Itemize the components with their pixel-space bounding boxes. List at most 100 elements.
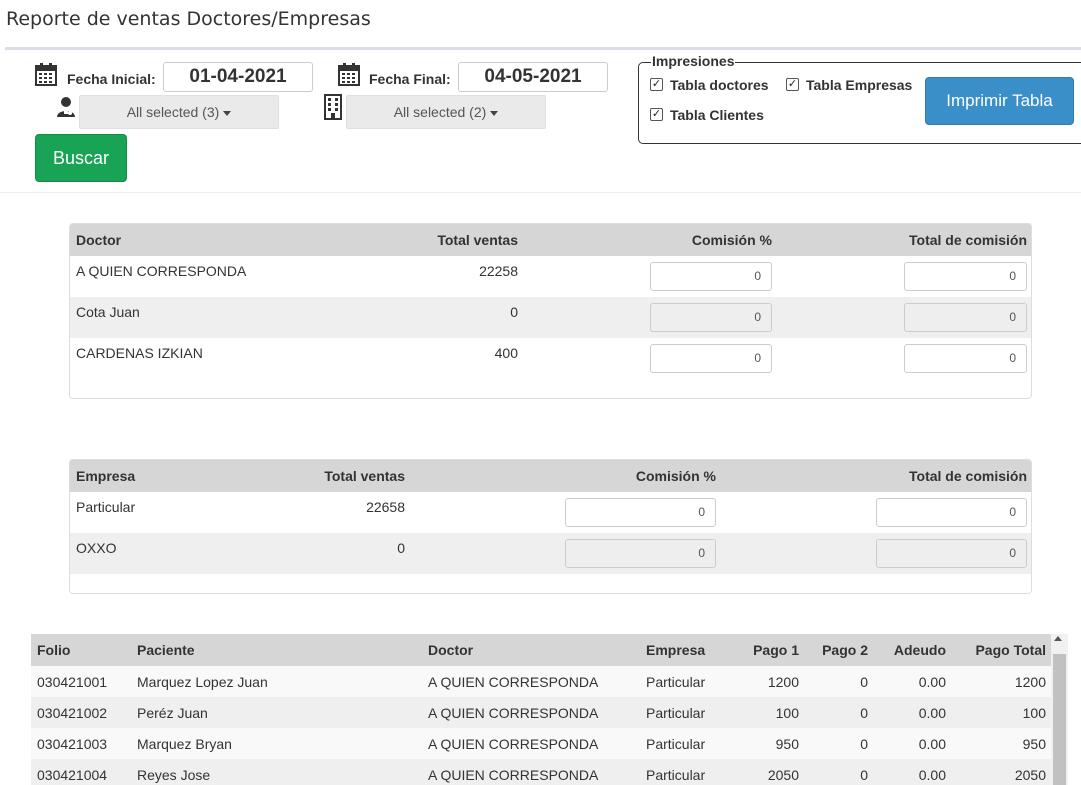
table-row[interactable]: 030421004 Reyes Jose A QUIEN CORRESPONDA… (31, 759, 1051, 785)
pago-1: 950 (775, 736, 799, 752)
table-row: CARDENAS IZKIAN 400 0 0 (70, 338, 1031, 379)
doctor: A QUIEN CORRESPONDA (428, 705, 599, 721)
sales-table-scroll-thumb[interactable] (1053, 654, 1066, 785)
imprimir-tabla-button[interactable]: Imprimir Tabla (925, 77, 1074, 125)
companies-multiselect-label: All selected (2) (393, 104, 487, 120)
caret-down-icon (223, 110, 232, 116)
col-doctor: Doctor (428, 642, 474, 658)
doctor: A QUIEN CORRESPONDA (428, 674, 599, 690)
pago-2: 0 (860, 736, 868, 752)
doctor: A QUIEN CORRESPONDA (428, 767, 599, 783)
col-empresa: Empresa (646, 642, 706, 658)
total-comision-input[interactable]: 0 (904, 344, 1027, 373)
title-divider (5, 47, 1081, 50)
col-pago-1: Pago 1 (753, 642, 799, 658)
building-icon (324, 94, 342, 120)
total-ventas: 0 (397, 540, 405, 556)
total-comision-input[interactable]: 0 (904, 262, 1027, 291)
col-pago-total: Pago Total (975, 642, 1046, 658)
companies-table-header: Empresa Total ventas Comisión % Total de… (70, 460, 1031, 492)
total-ventas: 0 (510, 304, 518, 320)
pago-1: 1200 (767, 674, 799, 690)
pago-2: 0 (860, 674, 868, 690)
folio: 030421003 (37, 736, 108, 752)
col-folio: Folio (37, 642, 71, 658)
fecha-final-label: Fecha Final: (369, 71, 451, 87)
doctor-name: A QUIEN CORRESPONDA (76, 263, 247, 279)
empresa: Particular (646, 736, 706, 752)
table-row: Cota Juan 0 0 0 (70, 297, 1031, 338)
doctors-multiselect[interactable]: All selected (3) (79, 95, 279, 129)
page-title: Reporte de ventas Doctores/Empresas (6, 8, 371, 30)
col-empresa: Empresa (76, 468, 136, 484)
col-comision: Comisión % (691, 232, 772, 248)
tabla-clientes-checkbox[interactable]: ✓ (650, 108, 663, 121)
calendar-icon (35, 63, 57, 86)
col-total-comision: Total de comisión (909, 468, 1027, 484)
folio: 030421002 (37, 705, 108, 721)
col-comision: Comisión % (635, 468, 716, 484)
comision-input[interactable]: 0 (650, 303, 772, 332)
table-row[interactable]: 030421001 Marquez Lopez Juan A QUIEN COR… (31, 666, 1051, 697)
total-comision-input[interactable]: 0 (876, 539, 1027, 568)
scroll-up-icon[interactable] (1054, 636, 1062, 641)
adeudo: 0.00 (918, 767, 946, 783)
pago-1: 2050 (767, 767, 799, 783)
tabla-doctores-label: Tabla doctores (670, 77, 769, 93)
paciente: Reyes Jose (137, 767, 211, 783)
col-adeudo: Adeudo (893, 642, 946, 658)
pago-total: 100 (1022, 705, 1046, 721)
doctor: A QUIEN CORRESPONDA (428, 736, 599, 752)
total-ventas: 22258 (479, 263, 518, 279)
pago-total: 1200 (1014, 674, 1046, 690)
doctor-name: Cota Juan (76, 304, 140, 320)
fecha-inicial-input[interactable]: 01-04-2021 (163, 62, 313, 92)
caret-down-icon (490, 110, 499, 116)
table-row: A QUIEN CORRESPONDA 22258 0 0 (70, 256, 1031, 297)
doctor-icon (57, 97, 75, 117)
empresa-name: Particular (76, 499, 136, 515)
table-row: Particular 22658 0 0 (70, 492, 1031, 533)
tabla-empresas-checkbox[interactable]: ✓ (786, 78, 799, 91)
total-ventas: 400 (494, 345, 518, 361)
companies-table: Empresa Total ventas Comisión % Total de… (69, 459, 1032, 594)
calendar-icon (338, 63, 360, 86)
adeudo: 0.00 (918, 674, 946, 690)
tabla-clientes-label: Tabla Clientes (670, 107, 764, 123)
paciente: Marquez Bryan (137, 736, 232, 752)
total-comision-input[interactable]: 0 (904, 303, 1027, 332)
comision-input[interactable]: 0 (650, 344, 772, 373)
sales-table: Folio Paciente Doctor Empresa Pago 1 Pag… (31, 634, 1051, 785)
empresa: Particular (646, 767, 706, 783)
total-comision-input[interactable]: 0 (876, 498, 1027, 527)
pago-total: 950 (1022, 736, 1046, 752)
pago-1: 100 (775, 705, 799, 721)
fecha-inicial-label: Fecha Inicial: (67, 71, 156, 87)
comision-input[interactable]: 0 (565, 498, 716, 527)
doctor-name: CARDENAS IZKIAN (76, 345, 203, 361)
buscar-button[interactable]: Buscar (35, 134, 127, 182)
table-row[interactable]: 030421002 Peréz Juan A QUIEN CORRESPONDA… (31, 697, 1051, 728)
empresa: Particular (646, 705, 706, 721)
impresiones-legend: Impresiones (651, 53, 736, 69)
tabla-doctores-checkbox[interactable]: ✓ (650, 78, 663, 91)
comision-input[interactable]: 0 (565, 539, 716, 568)
col-pago-2: Pago 2 (822, 642, 868, 658)
section-divider (0, 192, 1081, 193)
col-doctor: Doctor (76, 232, 122, 248)
doctors-multiselect-label: All selected (3) (126, 104, 220, 120)
companies-multiselect[interactable]: All selected (2) (346, 95, 546, 129)
doctors-table-header: Doctor Total ventas Comisión % Total de … (70, 224, 1031, 256)
adeudo: 0.00 (918, 736, 946, 752)
fecha-final-input[interactable]: 04-05-2021 (458, 62, 608, 92)
pago-2: 0 (860, 705, 868, 721)
empresa: Particular (646, 674, 706, 690)
table-row[interactable]: 030421003 Marquez Bryan A QUIEN CORRESPO… (31, 728, 1051, 759)
comision-input[interactable]: 0 (650, 262, 772, 291)
col-total-ventas: Total ventas (437, 232, 518, 248)
paciente: Peréz Juan (137, 705, 208, 721)
pago-2: 0 (860, 767, 868, 783)
adeudo: 0.00 (918, 705, 946, 721)
pago-total: 2050 (1014, 767, 1046, 783)
total-ventas: 22658 (366, 499, 405, 515)
